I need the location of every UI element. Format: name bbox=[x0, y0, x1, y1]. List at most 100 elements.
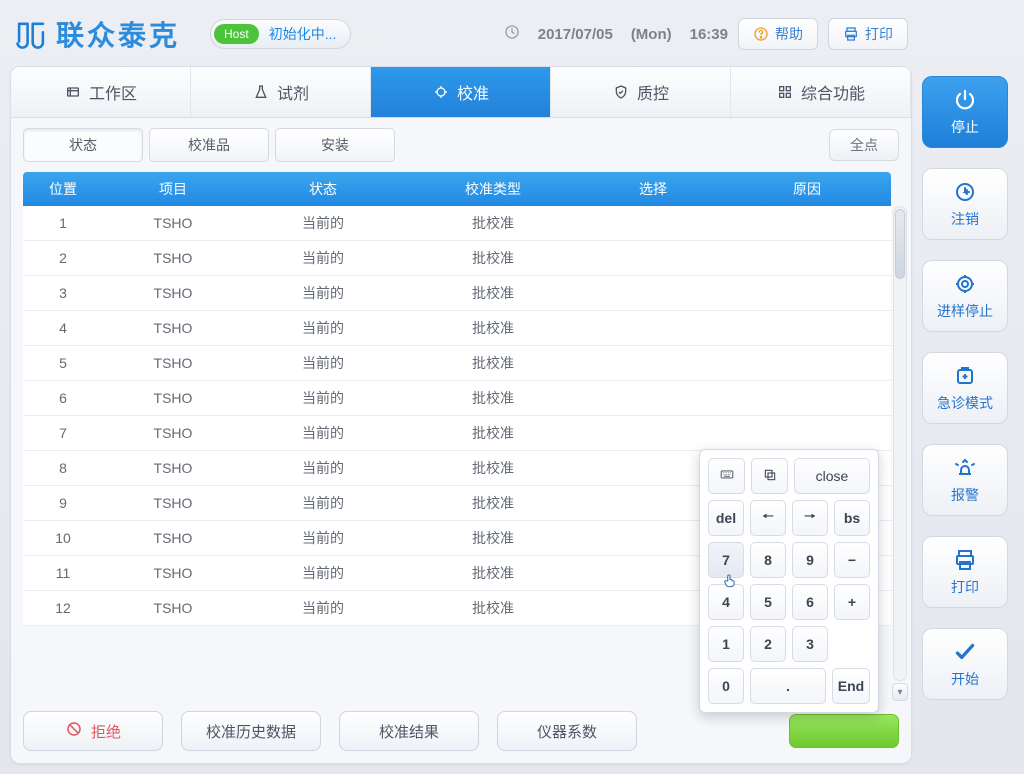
scroll-track[interactable] bbox=[893, 206, 907, 681]
cell-pos: 12 bbox=[23, 591, 103, 625]
keypad-0[interactable]: 0 bbox=[708, 668, 744, 704]
date-text: 2017/07/05 bbox=[538, 26, 613, 43]
emergency-icon bbox=[952, 363, 978, 389]
tab-functions[interactable]: 综合功能 bbox=[731, 67, 911, 117]
keypad-close-button[interactable]: close bbox=[794, 458, 870, 494]
keypad-6[interactable]: 6 bbox=[792, 584, 828, 620]
cell-ctype: 批校准 bbox=[403, 311, 583, 345]
keypad-dot[interactable]: . bbox=[750, 668, 826, 704]
table-row[interactable]: 6TSHO当前的批校准 bbox=[23, 381, 891, 416]
keypad-window-button[interactable] bbox=[751, 458, 788, 494]
keypad-3[interactable]: 3 bbox=[792, 626, 828, 662]
table-row[interactable]: 1TSHO当前的批校准 bbox=[23, 206, 891, 241]
cell-item: TSHO bbox=[103, 556, 243, 590]
reject-button[interactable]: 拒绝 bbox=[23, 711, 163, 751]
brand-icon bbox=[14, 17, 48, 51]
keypad-right[interactable]: 🠖 bbox=[792, 500, 828, 536]
cell-pos: 7 bbox=[23, 416, 103, 450]
tab-workspace-label: 工作区 bbox=[89, 80, 137, 104]
table-row[interactable]: 2TSHO当前的批校准 bbox=[23, 241, 891, 276]
keypad-1[interactable]: 1 bbox=[708, 626, 744, 662]
tab-workspace[interactable]: 工作区 bbox=[11, 67, 191, 117]
cell-item: TSHO bbox=[103, 416, 243, 450]
cell-pos: 8 bbox=[23, 451, 103, 485]
stop-button[interactable]: 停止 bbox=[922, 76, 1008, 148]
print-top-button[interactable]: 打印 bbox=[828, 18, 908, 50]
subtab-calibrator[interactable]: 校准品 bbox=[149, 128, 269, 162]
printer-icon bbox=[843, 26, 859, 42]
keypad-minus[interactable]: − bbox=[834, 542, 870, 578]
emergency-button[interactable]: 急诊模式 bbox=[922, 352, 1008, 424]
all-points-button[interactable]: 全点 bbox=[829, 129, 899, 161]
alarm-button[interactable]: 报警 bbox=[922, 444, 1008, 516]
col-position: 位置 bbox=[23, 172, 103, 206]
emergency-label: 急诊模式 bbox=[937, 393, 993, 413]
start-label: 开始 bbox=[951, 669, 979, 689]
keypad-keyboard-button[interactable] bbox=[708, 458, 745, 494]
print-top-label: 打印 bbox=[865, 24, 893, 44]
cell-ctype: 批校准 bbox=[403, 521, 583, 555]
tab-reagent[interactable]: 试剂 bbox=[191, 67, 371, 117]
keypad-bs[interactable]: bs bbox=[834, 500, 870, 536]
cell-pos: 11 bbox=[23, 556, 103, 590]
main-panel: 工作区 试剂 校准 质控 综合功能 状态 校准品 安装 全点 bbox=[10, 66, 912, 764]
side-printer-icon bbox=[952, 547, 978, 573]
table-row[interactable]: 7TSHO当前的批校准 bbox=[23, 416, 891, 451]
tab-qc[interactable]: 质控 bbox=[551, 67, 731, 117]
keypad-del[interactable]: del bbox=[708, 500, 744, 536]
cell-pos: 1 bbox=[23, 206, 103, 240]
brand-logo: 联众泰克 bbox=[14, 14, 180, 54]
cell-ctype: 批校准 bbox=[403, 556, 583, 590]
help-button[interactable]: 帮助 bbox=[738, 18, 818, 50]
keypad-5[interactable]: 5 bbox=[750, 584, 786, 620]
table-row[interactable]: 5TSHO当前的批校准 bbox=[23, 346, 891, 381]
keypad-plus[interactable]: + bbox=[834, 584, 870, 620]
cell-sel bbox=[583, 416, 723, 450]
side-button-column: 停止 注销 进样停止 急诊模式 报警 打印 开始 bbox=[922, 10, 1014, 764]
table-row[interactable]: 4TSHO当前的批校准 bbox=[23, 311, 891, 346]
instrument-coef-button[interactable]: 仪器系数 bbox=[497, 711, 637, 751]
calib-history-button[interactable]: 校准历史数据 bbox=[181, 711, 321, 751]
table-scrollbar[interactable]: ▾ bbox=[891, 172, 907, 701]
numeric-keypad: close del 🠔 🠖 bs 7 8 9 − 4 5 6 + 1 bbox=[699, 449, 879, 713]
cell-reason bbox=[723, 276, 891, 310]
calib-result-button[interactable]: 校准结果 bbox=[339, 711, 479, 751]
keypad-4[interactable]: 4 bbox=[708, 584, 744, 620]
tab-calibration-label: 校准 bbox=[457, 80, 489, 104]
cell-item: TSHO bbox=[103, 276, 243, 310]
side-print-button[interactable]: 打印 bbox=[922, 536, 1008, 608]
keypad-7[interactable]: 7 bbox=[708, 542, 744, 578]
all-points-label: 全点 bbox=[850, 137, 878, 153]
keypad-8[interactable]: 8 bbox=[750, 542, 786, 578]
cell-state: 当前的 bbox=[243, 241, 403, 275]
scroll-down-button[interactable]: ▾ bbox=[892, 683, 908, 701]
subtab-install[interactable]: 安装 bbox=[275, 128, 395, 162]
alarm-icon bbox=[952, 455, 978, 481]
tab-calibration[interactable]: 校准 bbox=[371, 67, 551, 117]
scroll-thumb[interactable] bbox=[895, 209, 905, 279]
col-state: 状态 bbox=[243, 172, 403, 206]
cell-sel bbox=[583, 206, 723, 240]
keypad-end[interactable]: End bbox=[832, 668, 870, 704]
table-header: 位置 项目 状态 校准类型 选择 原因 bbox=[23, 172, 891, 206]
cell-pos: 4 bbox=[23, 311, 103, 345]
keypad-2[interactable]: 2 bbox=[750, 626, 786, 662]
subtab-status[interactable]: 状态 bbox=[23, 128, 143, 162]
sub-tab-bar: 状态 校准品 安装 全点 bbox=[11, 118, 911, 172]
tab-qc-label: 质控 bbox=[637, 80, 669, 104]
cell-sel bbox=[583, 346, 723, 380]
cell-item: TSHO bbox=[103, 591, 243, 625]
datetime-display: 2017/07/05 (Mon) 16:39 bbox=[504, 24, 728, 45]
logout-button[interactable]: 注销 bbox=[922, 168, 1008, 240]
cell-ctype: 批校准 bbox=[403, 241, 583, 275]
cell-state: 当前的 bbox=[243, 556, 403, 590]
sample-stop-button[interactable]: 进样停止 bbox=[922, 260, 1008, 332]
keypad-left[interactable]: 🠔 bbox=[750, 500, 786, 536]
clock-icon bbox=[504, 24, 520, 45]
reject-label: 拒绝 bbox=[91, 721, 121, 742]
cell-state: 当前的 bbox=[243, 311, 403, 345]
subtab-install-label: 安装 bbox=[321, 135, 349, 155]
keypad-9[interactable]: 9 bbox=[792, 542, 828, 578]
table-row[interactable]: 3TSHO当前的批校准 bbox=[23, 276, 891, 311]
start-button[interactable]: 开始 bbox=[922, 628, 1008, 700]
